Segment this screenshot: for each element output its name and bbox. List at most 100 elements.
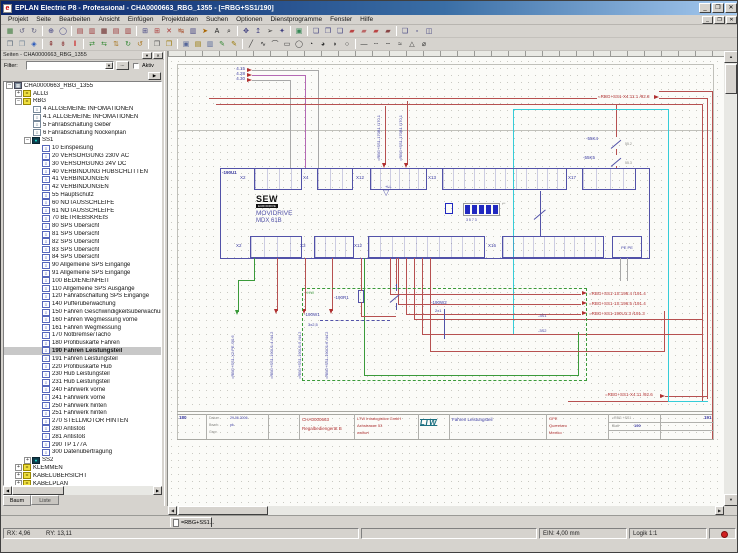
style-dotted-icon[interactable]: ┄ xyxy=(370,38,382,50)
window-layout-1-icon[interactable]: ▤ xyxy=(74,25,86,37)
zoom-in-icon[interactable]: ⊕ xyxy=(45,25,57,37)
highlight-4-icon[interactable]: ▰ xyxy=(382,25,394,37)
sync-forward-icon[interactable]: ⇆ xyxy=(98,38,110,50)
draw-circle-icon[interactable]: ◯ xyxy=(293,38,305,50)
tab-baum[interactable]: Baum xyxy=(3,495,31,506)
tree-item[interactable]: ≡41 VERBINDUNGEN xyxy=(4,176,161,184)
schematic-canvas[interactable]: 4.15 4.28 4.30 =RBG+SS1-X4:11:1 /92.8 =R… xyxy=(168,51,724,506)
tree-item[interactable]: ≡231 Hub Leistungsteil xyxy=(4,378,161,386)
scroll-right-icon[interactable]: ▶ xyxy=(153,486,162,495)
terminal-strip-X4[interactable] xyxy=(317,168,353,190)
tree-item[interactable]: ≡120 Fahrabschaltung SPS Eingänge xyxy=(4,293,161,301)
paste-format-icon[interactable]: ❐ xyxy=(163,38,175,50)
options-1-icon[interactable]: ❑ xyxy=(399,25,411,37)
tree-item[interactable]: ≡60 NOTAUSSCHLEIFE xyxy=(4,199,161,207)
navigate-forward-icon[interactable]: ↻ xyxy=(28,25,40,37)
close-button[interactable]: ✕ xyxy=(725,3,737,13)
draw-polyline-icon[interactable]: ∿ xyxy=(257,38,269,50)
copy-format-icon[interactable]: ❐ xyxy=(151,38,163,50)
tree-item[interactable]: ≡10 Einspeisung xyxy=(4,144,161,152)
expand-toggle-icon[interactable]: + xyxy=(24,457,31,464)
print-icon[interactable]: ◈ xyxy=(28,38,40,50)
tree-item[interactable]: ≡180 Profibuskarte Fahren xyxy=(4,339,161,347)
draw-line-icon[interactable]: ╱ xyxy=(245,38,257,50)
highlight-2-icon[interactable]: ▰ xyxy=(358,25,370,37)
filter-combobox[interactable]: ▼ xyxy=(26,61,114,70)
style-diameter-icon[interactable]: ⌀ xyxy=(418,38,430,50)
draw-sector-icon[interactable]: ◗ xyxy=(329,38,341,50)
tree-item[interactable]: ≡82 SPS Übersicht xyxy=(4,238,161,246)
window-horizontal-icon[interactable]: ❏ xyxy=(334,25,346,37)
tree-item[interactable]: ≡281 Antistoß xyxy=(4,433,161,441)
highlight-3-icon[interactable]: ▰ xyxy=(370,25,382,37)
tree-item[interactable]: ≡161 Fahren Wegmessung xyxy=(4,324,161,332)
tree-item[interactable]: ≡240 Fahrwerk vorne xyxy=(4,386,161,394)
tree-item[interactable]: ≡140 Pufferüberwachung xyxy=(4,300,161,308)
tree-item[interactable]: ≡83 SPS Übersicht xyxy=(4,246,161,254)
sync-all-icon[interactable]: ⇅ xyxy=(110,38,122,50)
tree-item[interactable]: ≡80 SPS Übersicht xyxy=(4,222,161,230)
sync-back-icon[interactable]: ⇄ xyxy=(86,38,98,50)
expand-toggle-icon[interactable]: + xyxy=(15,464,22,471)
tree-item[interactable]: ≡160 Fahren Wegmessung vorne xyxy=(4,316,161,324)
draw-rectangle-icon[interactable]: ▭ xyxy=(281,38,293,50)
close-page-2-icon[interactable]: ❒ xyxy=(16,38,28,50)
tree-item[interactable]: ≡6 Fahrabschaltung Nockenplan xyxy=(4,129,161,137)
scroll-up-icon[interactable]: ▲ xyxy=(724,51,738,63)
zoom-window-icon[interactable]: ◯ xyxy=(57,25,69,37)
move-symbol-icon[interactable]: ✥ xyxy=(240,25,252,37)
tree-item[interactable]: ≡190 Fahren Leistungsteil xyxy=(4,347,161,355)
tree-item[interactable]: ≡55 Hauptschütz xyxy=(4,191,161,199)
tree-item[interactable]: ≡270 STELLMOTOR HINTEN xyxy=(4,417,161,425)
draw-bezier-icon[interactable]: ⌒ xyxy=(269,38,281,50)
tree-item[interactable]: ≡241 Fahrwerk vorne xyxy=(4,394,161,402)
parts-grid-icon[interactable]: ⊞ xyxy=(151,25,163,37)
expand-toggle-icon[interactable]: − xyxy=(15,98,22,105)
workbook-icon[interactable]: ⊞ xyxy=(139,25,151,37)
options-2-icon[interactable]: ▫ xyxy=(411,25,423,37)
jump-reference-icon[interactable]: ↹ xyxy=(175,25,187,37)
menu-projekt[interactable]: Projekt xyxy=(4,16,32,23)
terminal-strip-X17[interactable] xyxy=(582,168,636,190)
find-in-project-icon[interactable]: ⌕ xyxy=(223,25,235,37)
scroll-left-icon[interactable]: ◀ xyxy=(3,486,12,495)
menu-dienstprogramme[interactable]: Dienstprogramme xyxy=(266,16,326,23)
tree-item[interactable]: ≡4 ALLGEMEINE INFOMATIONEN xyxy=(4,105,161,113)
terminal-strip-X3[interactable] xyxy=(314,236,354,258)
tree-item[interactable]: +=KLEMMEN xyxy=(4,464,161,472)
hscroll-thumb[interactable] xyxy=(178,506,268,515)
terminal-strip-X2[interactable] xyxy=(250,236,302,258)
aktiv-checkbox[interactable] xyxy=(133,63,139,69)
paste-icon[interactable]: ▤ xyxy=(192,38,204,50)
edit-2-icon[interactable]: ✎ xyxy=(228,38,240,50)
menu-ansicht[interactable]: Ansicht xyxy=(95,16,124,23)
insert-image-icon[interactable]: ▣ xyxy=(293,25,305,37)
tree-item[interactable]: +=ALLG xyxy=(4,90,161,98)
tree-item[interactable]: ≡20 VERSORGUNG 230V AC xyxy=(4,152,161,160)
menu-optionen[interactable]: Optionen xyxy=(232,16,266,23)
mdi-restore-button[interactable]: ❐ xyxy=(714,16,725,24)
tree-item[interactable]: ≡42 VERBINDUNGEN xyxy=(4,183,161,191)
tree-item[interactable]: ≡91 Allgemeine SPS Eingänge xyxy=(4,269,161,277)
terminal-strip-X12[interactable] xyxy=(368,236,485,258)
window-layout-5-icon[interactable]: ▥ xyxy=(122,25,134,37)
menu-hilfe[interactable]: Hilfe xyxy=(356,16,377,23)
navigate-back-icon[interactable]: ↺ xyxy=(16,25,28,37)
tree-item[interactable]: ≡191 Fahren Leistungsteil xyxy=(4,355,161,363)
tree-item[interactable]: ≡250 Fahrwerk hinten xyxy=(4,402,161,410)
tree-item[interactable]: ≡300 Datenübertragung xyxy=(4,448,161,456)
expand-toggle-icon[interactable]: + xyxy=(15,472,22,479)
tree-item[interactable]: ≡84 SPS Übersicht xyxy=(4,254,161,262)
expand-toggle-icon[interactable]: − xyxy=(6,82,13,89)
tree-item[interactable]: −=RBG xyxy=(4,98,161,106)
tree-item[interactable]: ≡220 Profibuskarte Hub xyxy=(4,363,161,371)
panel-dropdown-icon[interactable]: ▼ xyxy=(142,52,152,59)
device-navigator-icon[interactable]: ▥ xyxy=(187,25,199,37)
tree-item[interactable]: ≡5 Fahrabschaltung Geber xyxy=(4,121,161,129)
vscroll-thumb[interactable] xyxy=(725,64,737,94)
tree-item[interactable]: +●SS2 xyxy=(4,456,161,464)
tab-liste[interactable]: Liste xyxy=(31,495,59,505)
update-2-icon[interactable]: ↺ xyxy=(134,38,146,50)
tree-item[interactable]: +=KABELÜBERSICHT xyxy=(4,472,161,480)
chevron-down-icon[interactable]: ▼ xyxy=(105,62,113,69)
